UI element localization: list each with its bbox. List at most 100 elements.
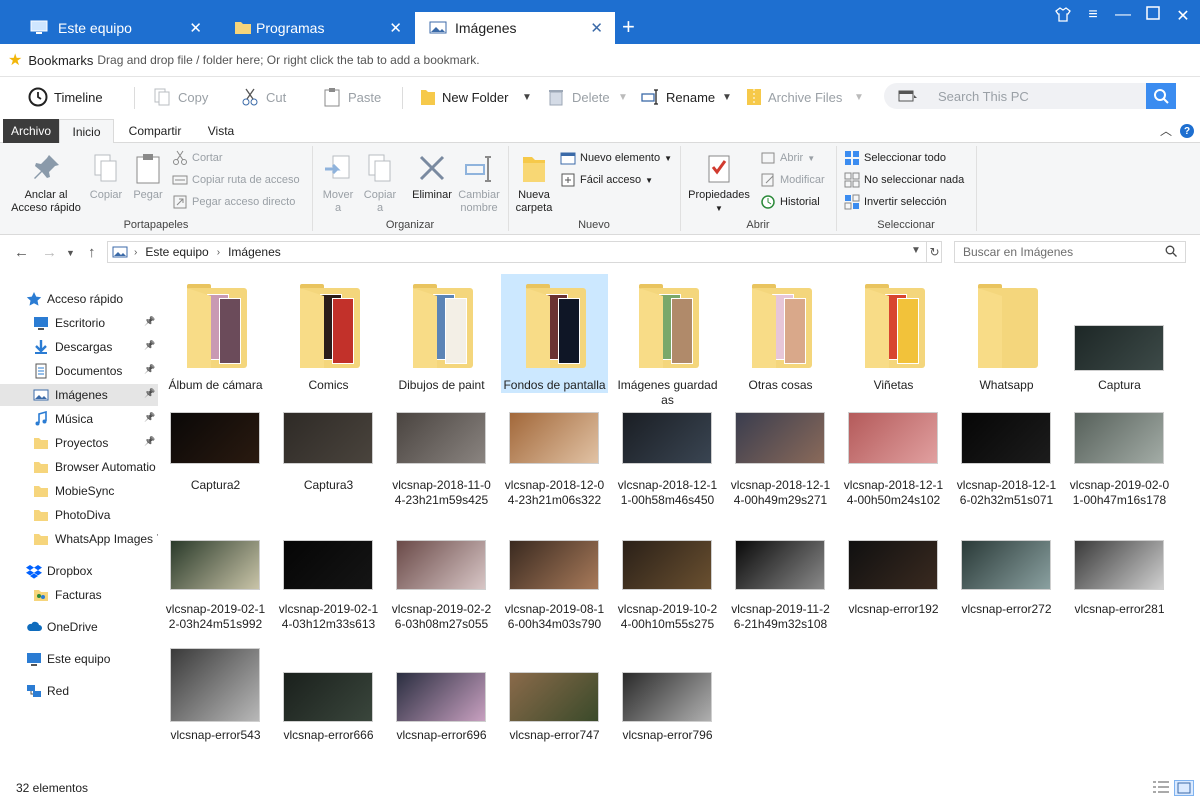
properties-button[interactable]: Propiedades ▼ (686, 153, 752, 215)
up-arrow-icon[interactable]: ↑ (88, 244, 96, 261)
copy-button[interactable]: Copy (152, 77, 208, 117)
invert-selection-button[interactable]: Invertir selección (844, 193, 947, 211)
sidebar-item[interactable]: Dropbox (0, 560, 158, 582)
refresh-icon[interactable]: ↻ (926, 241, 942, 263)
move-to-button[interactable]: Mover a (318, 153, 358, 215)
new-folder-dropdown-icon[interactable]: ▼ (522, 77, 532, 117)
image-item[interactable]: vlcsnap-2019-02-14-03h12m33s613 (275, 532, 382, 632)
sidebar-item[interactable]: Descargas 📌 (0, 336, 158, 358)
image-item[interactable]: vlcsnap-2019-10-24-00h10m55s275 (614, 532, 721, 632)
address-dropdown-icon[interactable]: ▼ (911, 245, 921, 256)
edit-button[interactable]: Modificar (760, 171, 825, 189)
sidebar-item[interactable]: Facturas (0, 584, 158, 606)
forward-arrow-icon[interactable]: → (42, 244, 57, 261)
image-item[interactable]: vlcsnap-error272 (953, 532, 1060, 617)
image-item[interactable]: Captura3 (275, 408, 382, 493)
image-item[interactable]: vlcsnap-2019-02-01-00h47m16s178 (1066, 408, 1173, 508)
cut-button[interactable]: Cut (240, 77, 286, 117)
recent-dropdown-icon[interactable]: ▼ (66, 248, 75, 258)
sidebar-item[interactable]: Música 📌 (0, 408, 158, 430)
collapse-ribbon-icon[interactable]: ︿ (1160, 122, 1172, 139)
close-icon[interactable]: ✕ (189, 19, 202, 37)
close-icon[interactable]: ✕ (590, 19, 603, 37)
ribbon-copy-button[interactable]: Copiar (86, 153, 126, 202)
image-item[interactable]: vlcsnap-error747 (501, 644, 608, 743)
details-view-icon[interactable] (1152, 780, 1172, 796)
image-item[interactable]: vlcsnap-2018-12-16-02h32m51s071 (953, 408, 1060, 508)
copy-to-button[interactable]: Copiar a (360, 153, 400, 215)
image-item[interactable]: vlcsnap-error796 (614, 644, 721, 743)
archive-files-button[interactable]: Archive Files (746, 77, 842, 117)
folder-item[interactable]: Imágenes guardadas (614, 274, 721, 408)
image-item[interactable]: Captura (1066, 274, 1173, 393)
menu-icon[interactable]: ≡ (1082, 6, 1104, 24)
image-item[interactable]: vlcsnap-2019-02-26-03h08m27s055 (388, 532, 495, 632)
image-item[interactable]: Captura2 (162, 408, 269, 493)
folder-item[interactable]: Whatsapp (953, 274, 1060, 393)
paste-button[interactable]: Paste (322, 77, 381, 117)
back-arrow-icon[interactable]: ← (14, 244, 29, 261)
image-item[interactable]: vlcsnap-error281 (1066, 532, 1173, 617)
pin-quick-access-button[interactable]: Anclar al Acceso rápido (8, 153, 84, 215)
search-input[interactable]: Buscar en Imágenes (954, 241, 1186, 263)
tab-vista[interactable]: Vista (194, 119, 248, 143)
paste-shortcut-button[interactable]: Pegar acceso directo (172, 193, 295, 211)
delete-dropdown-icon[interactable]: ▼ (618, 77, 628, 117)
timeline-button[interactable]: Timeline (28, 77, 103, 117)
ribbon-cut-button[interactable]: Cortar (172, 149, 223, 167)
image-item[interactable]: vlcsnap-2018-12-04-23h21m06s322 (501, 408, 608, 508)
folder-item[interactable]: Álbum de cámara (162, 274, 269, 393)
breadcrumb-imagenes[interactable]: Imágenes (228, 245, 281, 259)
sidebar-item[interactable]: WhatsApp Images 7 (0, 528, 158, 550)
sidebar-item[interactable]: PhotoDiva (0, 504, 158, 526)
select-none-button[interactable]: No seleccionar nada (844, 171, 964, 189)
image-item[interactable]: vlcsnap-2019-11-26-21h49m32s108 (727, 532, 834, 632)
image-item[interactable]: vlcsnap-2018-11-04-23h21m59s425 (388, 408, 495, 508)
tab-archivo[interactable]: Archivo (3, 119, 59, 143)
history-button[interactable]: Historial (760, 193, 820, 211)
tab-compartir[interactable]: Compartir (118, 119, 192, 143)
new-folder-button[interactable]: New Folder (420, 77, 508, 117)
tab-imagenes[interactable]: Imágenes ✕ (415, 12, 615, 44)
address-bar[interactable]: › Este equipo › Imágenes (107, 241, 942, 263)
maximize-icon[interactable] (1142, 6, 1164, 25)
folder-item[interactable]: Viñetas (840, 274, 947, 393)
easy-access-button[interactable]: Fácil acceso ▼ (560, 171, 653, 189)
sidebar-item[interactable]: Browser Automatio (0, 456, 158, 478)
close-window-icon[interactable]: ✕ (1172, 6, 1194, 26)
search-button[interactable] (1146, 83, 1176, 109)
rename-button[interactable]: Rename (640, 77, 715, 117)
new-tab-button[interactable]: + (622, 14, 635, 40)
sidebar-item[interactable]: OneDrive (0, 616, 158, 638)
skin-icon[interactable] (1052, 6, 1074, 27)
help-icon[interactable]: ? (1180, 124, 1194, 138)
folder-item[interactable]: Comics (275, 274, 382, 393)
folder-item[interactable]: Fondos de pantalla (501, 274, 608, 393)
open-button[interactable]: Abrir ▼ (760, 149, 815, 167)
search-this-pc[interactable]: Search This PC (884, 83, 1176, 109)
ribbon-paste-button[interactable]: Pegar (128, 153, 168, 202)
sidebar-item[interactable]: Documentos 📌 (0, 360, 158, 382)
ribbon-new-folder-button[interactable]: Nueva carpeta (512, 153, 556, 215)
sidebar-item[interactable]: Imágenes 📌 (0, 384, 158, 406)
minimize-icon[interactable]: — (1112, 6, 1134, 24)
large-icons-view-icon[interactable] (1174, 780, 1194, 796)
delete-button[interactable]: Delete (546, 77, 610, 117)
image-item[interactable]: vlcsnap-2018-12-14-00h49m29s271 (727, 408, 834, 508)
breadcrumb-este-equipo[interactable]: Este equipo (145, 245, 208, 259)
folder-item[interactable]: Otras cosas (727, 274, 834, 393)
image-item[interactable]: vlcsnap-2018-12-14-00h50m24s102 (840, 408, 947, 508)
sidebar-item[interactable]: Escritorio 📌 (0, 312, 158, 334)
image-item[interactable]: vlcsnap-2019-02-12-03h24m51s992 (162, 532, 269, 632)
sidebar-item[interactable]: Proyectos 📌 (0, 432, 158, 454)
archive-dropdown-icon[interactable]: ▼ (854, 77, 864, 117)
sidebar-item[interactable]: Este equipo (0, 648, 158, 670)
copy-path-button[interactable]: Copiar ruta de acceso (172, 171, 300, 189)
image-item[interactable]: vlcsnap-error696 (388, 644, 495, 743)
image-item[interactable]: vlcsnap-error666 (275, 644, 382, 743)
image-item[interactable]: vlcsnap-error192 (840, 532, 947, 617)
image-item[interactable]: vlcsnap-2018-12-11-00h58m46s450 (614, 408, 721, 508)
rename-dropdown-icon[interactable]: ▼ (722, 77, 732, 117)
select-all-button[interactable]: Seleccionar todo (844, 149, 946, 167)
tab-este-equipo[interactable]: Este equipo ✕ (0, 12, 214, 44)
